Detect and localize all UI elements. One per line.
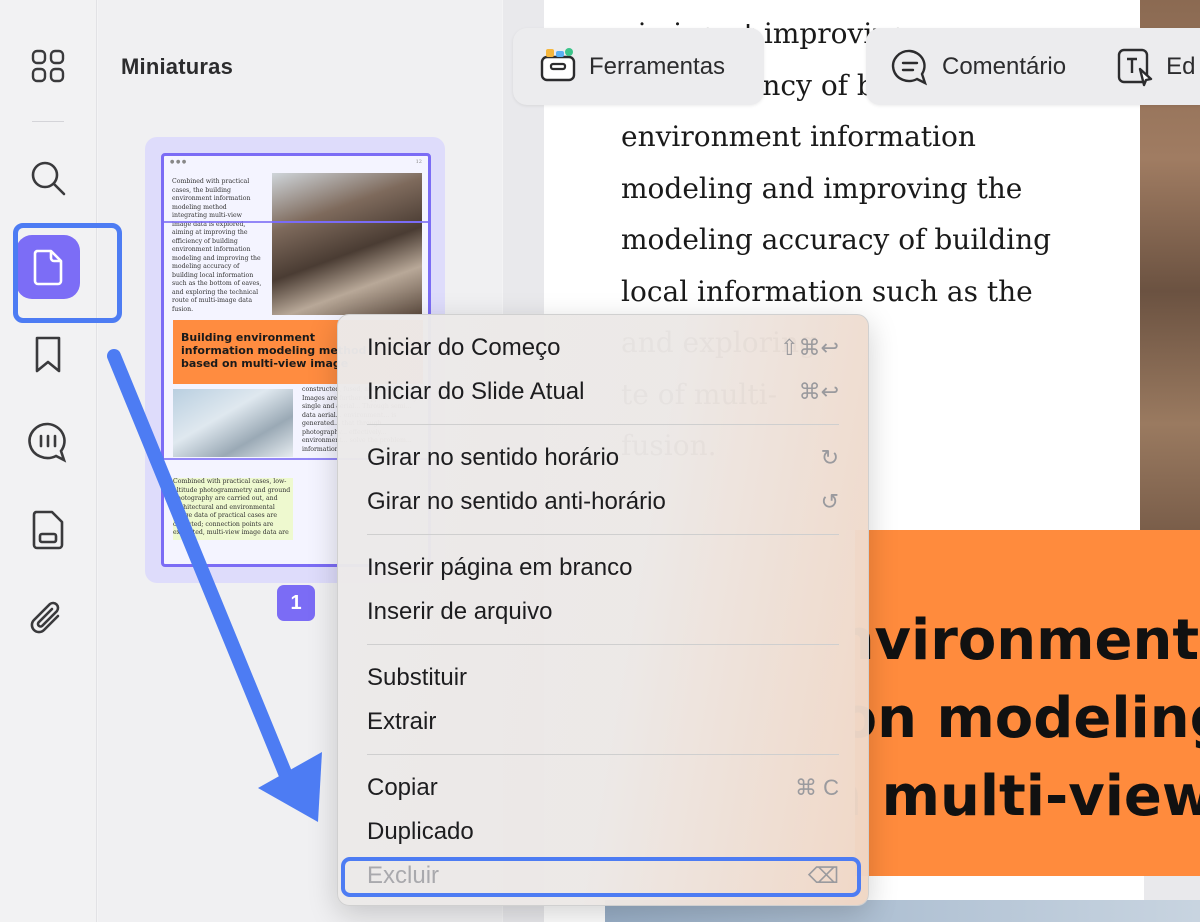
pages-icon-highlight-annotation <box>13 223 122 323</box>
document-title: Building environment information modelin… <box>855 608 1200 829</box>
menu-separator <box>367 754 839 755</box>
attachment-icon[interactable] <box>24 595 72 643</box>
bookmark-icon[interactable] <box>24 331 72 379</box>
menu-item-rotate-counterclockwise[interactable]: Girar no sentido anti-horário ↺ <box>367 484 839 520</box>
edit-text-icon <box>1117 48 1153 86</box>
document-title-block: Building environment information modelin… <box>855 530 1200 876</box>
page-number-badge: 1 <box>277 585 315 621</box>
sidebar-divider <box>32 121 64 122</box>
comment-label: Comentário <box>942 52 1067 80</box>
thumb-selection-line <box>164 221 428 223</box>
menu-item-start-current[interactable]: Iniciar do Slide Atual ⌘↩ <box>367 374 839 410</box>
menu-item-copy[interactable]: Copiar ⌘ C <box>367 770 839 806</box>
tools-label: Ferramentas <box>589 52 726 80</box>
comment-tool-icon <box>891 49 928 85</box>
thumb-header-dots: ● ● ● <box>170 159 187 165</box>
menu-item-rotate-clockwise[interactable]: Girar no sentido horário ↻ <box>367 440 839 476</box>
delete-highlight-annotation <box>341 857 861 897</box>
search-icon[interactable] <box>24 154 72 202</box>
apps-grid-icon[interactable] <box>24 42 72 90</box>
thumb-architecture-photo <box>272 173 422 315</box>
comment-button[interactable]: Comentário <box>890 47 1066 87</box>
menu-separator <box>367 644 839 645</box>
comment-icon[interactable] <box>24 418 72 466</box>
tools-button[interactable]: Ferramentas <box>513 28 764 105</box>
toolbar-group: Comentário Ed <box>866 28 1200 105</box>
menu-separator <box>367 424 839 425</box>
left-sidebar <box>0 0 97 922</box>
form-icon[interactable] <box>24 506 72 554</box>
thumb-header-number: 12 <box>415 159 422 165</box>
menu-item-replace[interactable]: Substituir <box>367 660 839 696</box>
page-context-menu: Iniciar do Começo ⇧⌘↩ Iniciar do Slide At… <box>337 314 869 906</box>
thumb-lower-left-text: Combined with practical cases, low-altit… <box>173 478 293 540</box>
edit-label: Ed <box>1166 52 1196 80</box>
thumb-building-photo <box>173 389 293 457</box>
menu-separator <box>367 534 839 535</box>
menu-item-insert-file[interactable]: Inserir de arquivo <box>367 594 839 630</box>
edit-button[interactable]: Ed <box>1116 47 1195 87</box>
menu-item-insert-blank[interactable]: Inserir página em branco <box>367 550 839 586</box>
tools-icon <box>539 45 577 88</box>
menu-item-extract[interactable]: Extrair <box>367 704 839 740</box>
thumb-column-text: Combined with practical cases, the build… <box>172 178 262 313</box>
menu-item-duplicate[interactable]: Duplicado <box>367 814 839 850</box>
rotate-cw-icon: ↻ <box>820 445 839 470</box>
rotate-ccw-icon: ↺ <box>820 489 839 514</box>
panel-title: Miniaturas <box>121 54 234 79</box>
menu-item-start-beginning[interactable]: Iniciar do Começo ⇧⌘↩ <box>367 330 839 366</box>
